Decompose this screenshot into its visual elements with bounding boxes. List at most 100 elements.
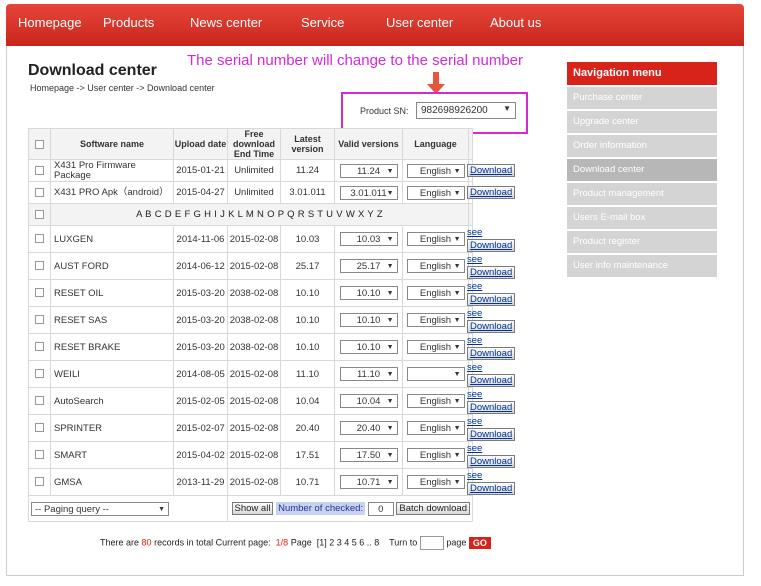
see-link[interactable]: see <box>467 389 482 401</box>
valid-version-select[interactable]: 17.50 ▼ <box>339 448 398 462</box>
download-button[interactable]: Download <box>467 238 516 252</box>
language-select[interactable]: English ▼ <box>406 394 465 408</box>
paging-query-select[interactable]: -- Paging query -- ▼ <box>31 501 169 516</box>
valid-version-select[interactable]: 10.10 ▼ <box>339 340 398 354</box>
valid-version-select[interactable]: 25.17 ▼ <box>339 259 398 273</box>
download-button[interactable]: Download <box>467 164 516 177</box>
nav-products[interactable]: Products <box>103 15 154 30</box>
row-checkbox-cell[interactable] <box>28 441 51 469</box>
alphabet-checkbox-cell[interactable] <box>28 203 51 226</box>
language-select[interactable]: English ▼ <box>406 448 465 462</box>
side-menu-item-users-e-mail-box[interactable]: Users E-mail box <box>567 207 717 229</box>
language-select[interactable]: English ▼ <box>406 185 465 200</box>
row-checkbox-cell[interactable] <box>28 252 51 280</box>
valid-version-select[interactable]: 11.24 ▼ <box>339 163 398 178</box>
batch-download-button[interactable]: Batch download <box>396 502 470 516</box>
download-button[interactable]: Download <box>467 400 516 414</box>
row-checkbox[interactable] <box>35 209 44 219</box>
row-checkbox[interactable] <box>35 288 44 298</box>
show-all-button[interactable]: Show all <box>231 502 274 516</box>
download-button[interactable]: Download <box>467 481 516 495</box>
valid-version-select[interactable]: 10.03 ▼ <box>339 232 398 246</box>
download-button[interactable]: Download <box>467 427 516 441</box>
product-sn-select[interactable]: 982698926200 ▼ <box>416 102 516 119</box>
row-checkbox[interactable] <box>35 315 44 325</box>
table-row: LUXGEN 2014-11-06 2015-02-08 10.03 10.03… <box>28 225 516 253</box>
row-checkbox-cell[interactable] <box>28 387 51 415</box>
row-checkbox-cell[interactable] <box>28 306 51 334</box>
row-checkbox-cell[interactable] <box>28 159 51 182</box>
row-checkbox[interactable] <box>35 396 44 406</box>
valid-version-select[interactable]: 20.40 ▼ <box>339 421 398 435</box>
row-checkbox-cell[interactable] <box>28 360 51 388</box>
row-checkbox-cell[interactable] <box>28 181 51 204</box>
language-select[interactable]: English ▼ <box>406 421 465 435</box>
go-button[interactable]: GO <box>468 537 491 549</box>
see-link[interactable]: see <box>467 362 482 374</box>
download-button[interactable]: Download <box>467 454 516 468</box>
language-select[interactable]: English ▼ <box>406 232 465 246</box>
side-menu-item-download-center[interactable]: Download center <box>567 159 717 181</box>
download-button[interactable]: Download <box>467 319 516 333</box>
row-checkbox[interactable] <box>35 342 44 352</box>
paging-query-cell: -- Paging query -- ▼ <box>28 495 228 522</box>
see-link[interactable]: see <box>467 281 482 293</box>
nav-service[interactable]: Service <box>301 15 344 30</box>
see-link[interactable]: see <box>467 416 482 428</box>
valid-version-select[interactable]: 10.10 ▼ <box>339 313 398 327</box>
see-link[interactable]: see <box>467 443 482 455</box>
language-select[interactable]: English ▼ <box>406 163 465 178</box>
nav-news-center[interactable]: News center <box>190 15 262 30</box>
valid-version-select[interactable]: 11.10 ▼ <box>339 367 398 381</box>
see-link[interactable]: see <box>467 335 482 347</box>
row-checkbox[interactable] <box>35 369 44 379</box>
header-select-all[interactable] <box>28 128 51 160</box>
nav-about-us[interactable]: About us <box>490 15 541 30</box>
download-table: Software name Upload date Free download … <box>28 128 516 522</box>
row-checkbox[interactable] <box>35 261 44 271</box>
action-cell: see Download <box>467 387 516 415</box>
nav-homepage[interactable]: Homepage <box>18 15 82 30</box>
row-checkbox-cell[interactable] <box>28 279 51 307</box>
language-select[interactable]: English ▼ <box>406 475 465 489</box>
row-checkbox[interactable] <box>35 234 44 244</box>
side-menu-item-purchase-center[interactable]: Purchase center <box>567 87 717 109</box>
download-button[interactable]: Download <box>467 265 516 279</box>
alphabet-filter[interactable]: A B C D E F G H I J K L M N O P Q R S T … <box>50 203 469 226</box>
download-button[interactable]: Download <box>467 346 516 360</box>
valid-version-select[interactable]: 10.10 ▼ <box>339 286 398 300</box>
language-select[interactable]: ▼ <box>406 367 465 381</box>
side-menu-item-order-information[interactable]: Order information <box>567 135 717 157</box>
language-select[interactable]: English ▼ <box>406 340 465 354</box>
row-checkbox[interactable] <box>35 477 44 487</box>
see-link[interactable]: see <box>467 227 482 239</box>
download-button[interactable]: Download <box>467 292 516 306</box>
row-checkbox-cell[interactable] <box>28 468 51 496</box>
side-menu-item-user-info-maintenance[interactable]: User info maintenance <box>567 255 717 277</box>
language-select[interactable]: English ▼ <box>406 286 465 300</box>
row-checkbox[interactable] <box>35 165 44 175</box>
see-link[interactable]: see <box>467 470 482 482</box>
language-select[interactable]: English ▼ <box>406 313 465 327</box>
row-checkbox[interactable] <box>35 187 44 197</box>
goto-page-input[interactable] <box>419 536 444 550</box>
side-menu-item-upgrade-center[interactable]: Upgrade center <box>567 111 717 133</box>
valid-version-select[interactable]: 3.01.011 ▼ <box>339 185 398 200</box>
valid-version-select[interactable]: 10.71 ▼ <box>339 475 398 489</box>
row-checkbox[interactable] <box>35 423 44 433</box>
download-button[interactable]: Download <box>467 186 516 199</box>
page-links[interactable]: [1] 2 3 4 5 6 .. 8 <box>317 537 380 547</box>
row-checkbox-cell[interactable] <box>28 333 51 361</box>
select-all-checkbox[interactable] <box>35 140 44 150</box>
download-button[interactable]: Download <box>467 373 516 387</box>
see-link[interactable]: see <box>467 308 482 320</box>
valid-version-select[interactable]: 10.04 ▼ <box>339 394 398 408</box>
row-checkbox-cell[interactable] <box>28 414 51 442</box>
see-link[interactable]: see <box>467 254 482 266</box>
side-menu-item-product-register[interactable]: Product register <box>567 231 717 253</box>
row-checkbox[interactable] <box>35 450 44 460</box>
nav-user-center[interactable]: User center <box>386 15 453 30</box>
language-select[interactable]: English ▼ <box>406 259 465 273</box>
row-checkbox-cell[interactable] <box>28 225 51 253</box>
side-menu-item-product-management[interactable]: Product management <box>567 183 717 205</box>
